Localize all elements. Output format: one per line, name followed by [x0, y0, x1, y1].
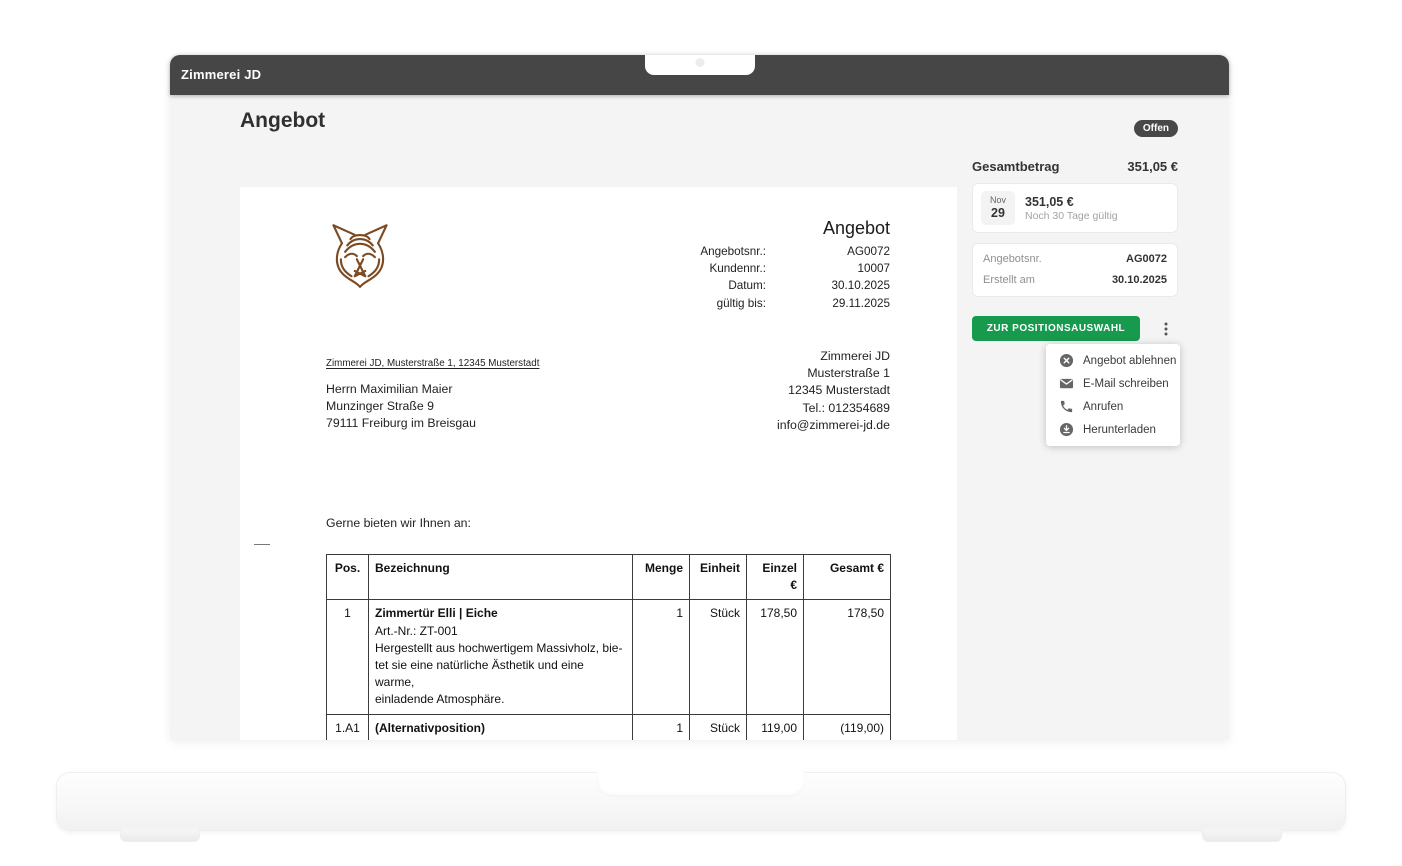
total-value: 351,05 €: [1127, 159, 1178, 174]
document-meta: Angebotsnr.: AG0072 Kundennr.: 10007 Dat…: [650, 243, 890, 312]
item-name: (Alternativposition) Zimmertür Franz | F…: [375, 720, 626, 740]
info-label: Angebotsnr.: [983, 253, 1042, 265]
meta-row: Angebotsnr.: AG0072: [650, 243, 890, 260]
company-address: Zimmerei JD Musterstraße 1 12345 Musters…: [777, 348, 890, 434]
meta-label: Kundennr.:: [650, 260, 766, 277]
download-circle-icon: [1059, 422, 1074, 437]
table-header-row: Pos. Bezeichnung Menge Einheit Einzel € …: [327, 555, 891, 600]
positions-table: Pos. Bezeichnung Menge Einheit Einzel € …: [326, 554, 891, 740]
device-base-thumb-notch: [597, 770, 805, 797]
item-name: Zimmertür Elli | Eiche: [375, 605, 626, 622]
envelope-icon: [1059, 376, 1074, 391]
info-card: Angebotsnr. AG0072 Erstellt am 30.10.202…: [972, 243, 1178, 297]
app-content: Angebot Offen Angebo: [170, 95, 1229, 740]
meta-value: AG0072: [766, 243, 890, 260]
sender-line: Zimmerei JD, Musterstraße 1, 12345 Muste…: [326, 358, 539, 369]
meta-label: Angebotsnr.:: [650, 243, 766, 260]
menu-item-label: E-Mail schreiben: [1083, 378, 1169, 390]
total-label: Gesamtbetrag: [972, 159, 1059, 174]
cell-pos: 1: [327, 600, 369, 714]
cell-qty: 1: [633, 714, 690, 740]
kebab-menu-icon: [1158, 321, 1174, 337]
calendar-month: Nov: [981, 195, 1015, 205]
menu-item-call[interactable]: Anrufen: [1046, 395, 1180, 418]
col-header-pos: Pos.: [327, 555, 369, 600]
info-value: 30.10.2025: [1112, 274, 1167, 286]
menu-item-download[interactable]: Herunterladen: [1046, 418, 1180, 441]
phone-icon: [1059, 399, 1074, 414]
cell-total: 178,50: [804, 600, 891, 714]
page-title: Angebot: [240, 105, 325, 137]
meta-value: 29.11.2025: [766, 295, 890, 312]
menu-item-label: Anrufen: [1083, 401, 1123, 413]
camera-notch: [645, 55, 755, 75]
document-title: Angebot: [823, 218, 890, 239]
info-row: Angebotsnr. AG0072: [983, 253, 1167, 265]
device-foot-left: [120, 829, 200, 842]
screen: Zimmerei JD Angebot Offen: [0, 0, 1402, 866]
menu-item-email[interactable]: E-Mail schreiben: [1046, 372, 1180, 395]
cell-description: Zimmertür Elli | Eiche Art.-Nr.: ZT-001 …: [369, 600, 633, 714]
app-window: Zimmerei JD Angebot Offen: [170, 55, 1229, 740]
fold-mark: [254, 544, 270, 545]
validity-card: Nov 29 351,05 € Noch 30 Tage gültig: [972, 183, 1178, 233]
cell-unit: Stück: [690, 714, 747, 740]
info-label: Erstellt am: [983, 274, 1035, 286]
validity-info: 351,05 € Noch 30 Tage gültig: [1025, 195, 1118, 222]
document-page: Angebot Angebotsnr.: AG0072 Kundennr.: 1…: [240, 187, 957, 740]
circle-x-icon: [1059, 353, 1074, 368]
device-foot-right: [1202, 829, 1282, 842]
meta-value: 10007: [766, 260, 890, 277]
camera-dot-icon: [695, 58, 704, 67]
kebab-menu-button[interactable]: [1154, 317, 1178, 341]
app-title: Zimmerei JD: [181, 55, 261, 95]
meta-row: gültig bis: 29.11.2025: [650, 295, 890, 312]
context-menu: Angebot ablehnen E-Mail schreiben Anrufe…: [1046, 344, 1180, 446]
meta-label: Datum:: [650, 277, 766, 294]
status-badge: Offen: [1134, 120, 1178, 137]
calendar-date-icon: Nov 29: [981, 191, 1015, 225]
menu-item-label: Angebot ablehnen: [1083, 355, 1176, 367]
position-selection-button[interactable]: ZUR POSITIONSAUSWAHL: [972, 316, 1140, 341]
sidebar: Gesamtbetrag 351,05 € Nov 29 351,05 € No…: [972, 159, 1178, 341]
col-header-menge: Menge: [633, 555, 690, 600]
col-header-einzel: Einzel €: [747, 555, 804, 600]
cell-unit-price: 178,50: [747, 600, 804, 714]
recipient-address: Herrn Maximilian Maier Munzinger Straße …: [326, 381, 476, 433]
cell-total: (119,00): [804, 714, 891, 740]
total-row: Gesamtbetrag 351,05 €: [972, 159, 1178, 174]
action-row: ZUR POSITIONSAUSWAHL: [972, 316, 1178, 341]
cell-qty: 1: [633, 600, 690, 714]
meta-row: Kundennr.: 10007: [650, 260, 890, 277]
menu-item-label: Herunterladen: [1083, 424, 1156, 436]
validity-amount: 351,05 €: [1025, 195, 1118, 209]
cell-unit-price: 119,00: [747, 714, 804, 740]
col-header-gesamt: Gesamt €: [804, 555, 891, 600]
meta-label: gültig bis:: [650, 295, 766, 312]
intro-line: Gerne bieten wir Ihnen an:: [326, 516, 471, 530]
cell-unit: Stück: [690, 600, 747, 714]
table-row: 1.A1 (Alternativposition) Zimmertür Fran…: [327, 714, 891, 740]
calendar-day: 29: [981, 205, 1015, 221]
item-details: Art.-Nr.: ZT-001 Hergestellt aus hochwer…: [375, 623, 626, 709]
meta-value: 30.10.2025: [766, 277, 890, 294]
meta-row: Datum: 30.10.2025: [650, 277, 890, 294]
info-value: AG0072: [1126, 253, 1167, 265]
tiger-logo-icon: [326, 221, 394, 289]
cell-pos: 1.A1: [327, 714, 369, 740]
col-header-einheit: Einheit: [690, 555, 747, 600]
table-row: 1 Zimmertür Elli | Eiche Art.-Nr.: ZT-00…: [327, 600, 891, 714]
col-header-bezeichnung: Bezeichnung: [369, 555, 633, 600]
menu-item-reject[interactable]: Angebot ablehnen: [1046, 349, 1180, 372]
info-row: Erstellt am 30.10.2025: [983, 274, 1167, 286]
validity-note: Noch 30 Tage gültig: [1025, 210, 1118, 222]
cell-description: (Alternativposition) Zimmertür Franz | F…: [369, 714, 633, 740]
